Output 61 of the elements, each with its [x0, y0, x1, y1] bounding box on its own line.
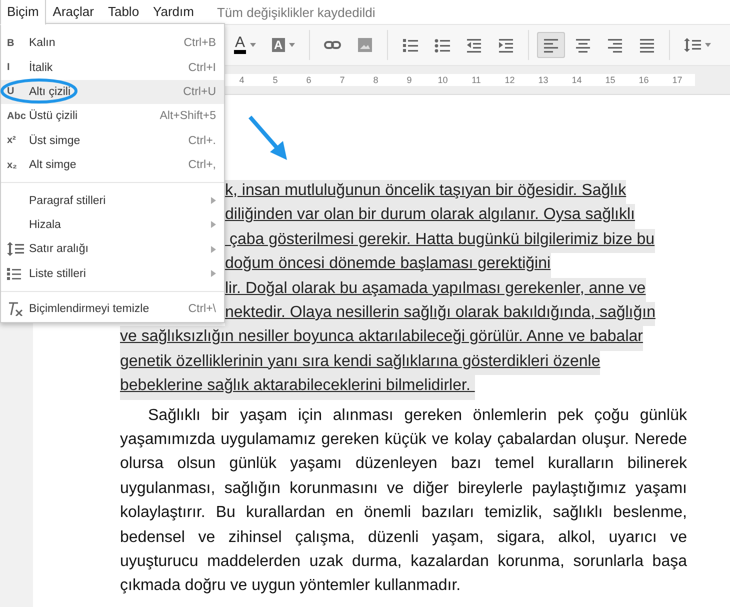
format-glyph-icon: B: [7, 38, 14, 49]
menu-option[interactable]: Paragraf stilleri: [1, 188, 224, 213]
ruler-number: 17: [671, 75, 684, 85]
ruler-number: 16: [638, 75, 650, 85]
center-icon: [574, 37, 591, 53]
menu-item[interactable]: Biçim: [0, 0, 46, 25]
ruler-number: 7: [338, 75, 346, 85]
left-icon: [542, 37, 559, 53]
spacing-icon: [7, 241, 24, 258]
menu-option[interactable]: I İtalik Ctrl+I: [1, 55, 224, 80]
menu-option[interactable]: Hizala: [1, 212, 224, 238]
pointer-arrow: [248, 116, 287, 160]
ruler-number: 15: [604, 75, 616, 85]
ruler-number: 5: [272, 75, 279, 85]
format-glyph-icon: Abc: [7, 110, 26, 122]
right-icon: [606, 37, 623, 53]
left-button[interactable]: [536, 32, 565, 58]
ruler-number: 6: [305, 75, 312, 85]
paragraph: Sağlıklı bir yaşam için alınması gereken önlemlerin pek çoğu günlük yaşamımızda uygulamamız gereken küçük ve kolay çabalardan oluşur. Nerede olursa olsun günlük yaşamı düzenleyen bazı temel kuralların bilinerek uygulanması, sağlığın korunmasını ve diğer bireylerle paylaştığımız yaşamı kolaylaştırır. Bu kurallardan en önemli bazıları temizlik, sağlıklı beslenme, bedensel ve zihinsel çalışma, düzenli yaşam, sigara, alkol, uyarıcı ve uyuşturucu maddelerden uzak durma, kazalardan korunma, sorunlarla başa çıkmada doğru ve uygun yöntemler kullanmadır.: [120, 406, 687, 596]
format-glyph-icon: I: [7, 62, 10, 74]
ruler-number: 4: [238, 75, 246, 85]
submenu-arrow-icon: [211, 246, 216, 253]
submenu-arrow-icon: [211, 197, 216, 204]
menu-item[interactable]: Tablo: [100, 0, 146, 25]
bulleted-icon: [434, 37, 450, 53]
menu-option[interactable]: Abc Üstü çizili Alt+Shift+5: [1, 104, 224, 129]
ruler-number: 10: [436, 75, 449, 85]
menu-option[interactable]: x₂ Alt simge Ctrl+,: [1, 152, 224, 178]
indent-icon: [498, 37, 514, 53]
numbered-icon: [402, 37, 418, 53]
menu-option[interactable]: B Kalın Ctrl+B: [1, 31, 224, 56]
menu-item[interactable]: Araçlar: [46, 0, 101, 25]
justify-icon: [638, 37, 655, 53]
menu-option[interactable]: Biçimlendirmeyi temizle Ctrl+\: [1, 296, 224, 322]
ruler-number: 8: [372, 75, 380, 85]
clear-formatting-icon: [7, 302, 23, 316]
format-glyph-icon: x₂: [7, 160, 18, 171]
menu-option[interactable]: x² Üst simge Ctrl+.: [1, 128, 224, 153]
caret-icon: [704, 43, 711, 47]
save-status: Tüm değişiklikler kaydedildi: [216, 4, 376, 20]
menu-option[interactable]: Satır aralığı: [1, 237, 224, 262]
image-icon: [356, 37, 373, 53]
menu-option[interactable]: Liste stilleri: [1, 262, 224, 286]
submenu-arrow-icon: [211, 270, 216, 278]
list-icon: [7, 268, 21, 280]
menu-item[interactable]: Yardım: [146, 0, 201, 25]
ruler-number: 11: [470, 75, 482, 85]
outdent-icon: [466, 37, 482, 53]
ruler-number: 13: [537, 75, 550, 85]
ruler-number: 9: [406, 75, 413, 85]
format-glyph-icon: x²: [7, 135, 16, 146]
caret-icon: [250, 43, 256, 47]
ruler-number: 12: [504, 75, 516, 85]
highlight-button[interactable]: A: [266, 32, 301, 58]
submenu-arrow-icon: [211, 221, 216, 228]
spacing-icon: [684, 37, 701, 53]
menu-option[interactable]: U Altı çizili Ctrl+U: [1, 80, 224, 104]
format-glyph-icon: U: [7, 86, 14, 98]
textcolor-button[interactable]: A: [228, 32, 262, 58]
caret-icon: [288, 43, 295, 47]
ruler-number: 14: [570, 75, 583, 85]
